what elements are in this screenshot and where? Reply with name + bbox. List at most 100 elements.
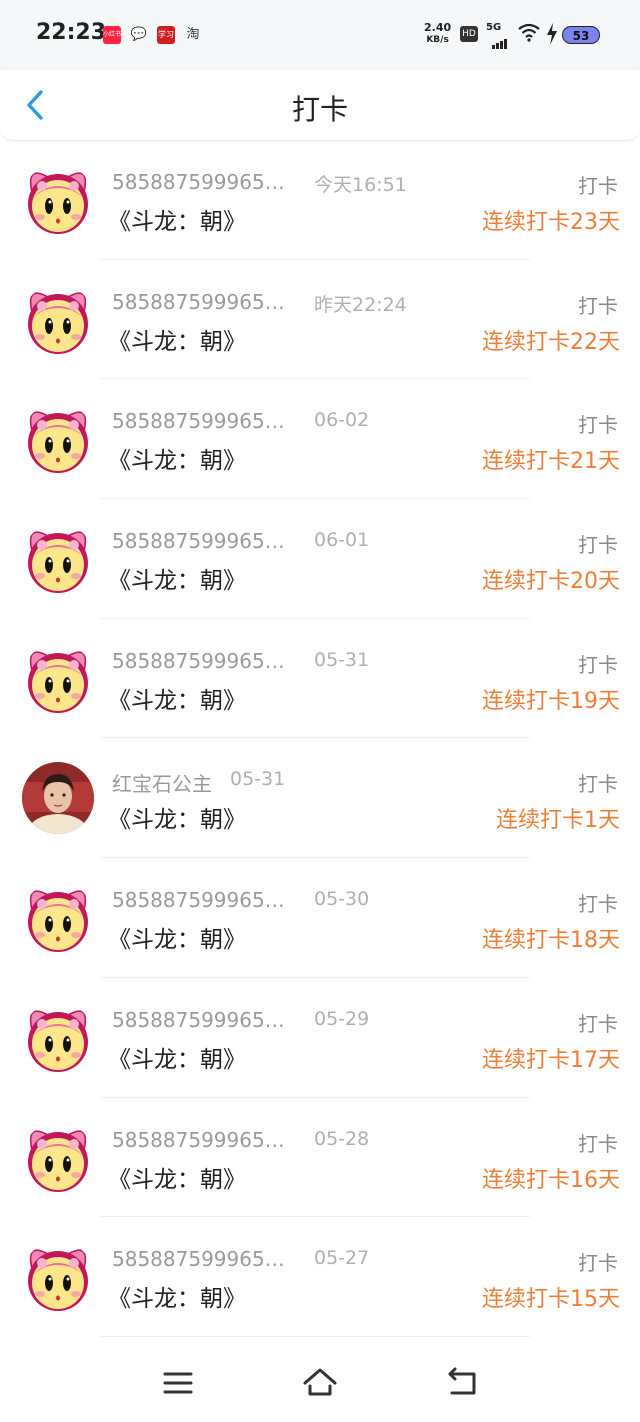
user-avatar[interactable] bbox=[22, 882, 94, 954]
book-title: 《斗龙：朝》 bbox=[108, 568, 246, 595]
streak-count: 连续打卡23天 bbox=[482, 210, 620, 235]
checkin-label: 打卡 bbox=[578, 1011, 618, 1036]
book-title: 《斗龙：朝》 bbox=[108, 807, 246, 834]
book-title: 《斗龙：朝》 bbox=[108, 1046, 246, 1073]
taobao-app-icon: 淘 bbox=[186, 27, 200, 42]
post-time: 06-02 bbox=[314, 409, 370, 432]
post-time: 05-28 bbox=[314, 1127, 370, 1150]
list-item-7[interactable]: 5858875999654… 05-30 《斗龙：朝》 打卡 连续打卡18天 bbox=[0, 858, 640, 978]
cartoon-bunny-icon bbox=[28, 292, 88, 354]
streak-count: 连续打卡18天 bbox=[482, 928, 620, 954]
user-avatar[interactable] bbox=[22, 523, 94, 595]
list-item-2[interactable]: 5858875999654… 昨天22:24 《斗龙：朝》 打卡 连续打卡22天 bbox=[0, 260, 640, 380]
streak-count: 连续打卡19天 bbox=[482, 688, 620, 714]
user-avatar[interactable] bbox=[22, 643, 94, 715]
checkin-label: 打卡 bbox=[578, 533, 618, 558]
menu-icon[interactable] bbox=[158, 1364, 198, 1400]
user-name: 5858875999654… bbox=[112, 409, 296, 434]
post-time: 05-27 bbox=[314, 1247, 370, 1270]
list-item-3[interactable]: 5858875999654… 06-02 《斗龙：朝》 打卡 连续打卡21天 bbox=[0, 379, 640, 500]
checkin-label: 打卡 bbox=[578, 1251, 618, 1276]
user-avatar[interactable] bbox=[22, 762, 94, 835]
divider bbox=[100, 1335, 530, 1337]
user-avatar[interactable] bbox=[22, 403, 94, 475]
book-title: 《斗龙：朝》 bbox=[108, 328, 246, 355]
book-title: 《斗龙：朝》 bbox=[108, 1286, 246, 1313]
user-avatar[interactable] bbox=[22, 284, 94, 356]
system-nav-bar bbox=[0, 1342, 640, 1422]
list-item-9[interactable]: 5858875999654… 05-28 《斗龙：朝》 打卡 连续打卡16天 bbox=[0, 1098, 640, 1218]
user-name: 红宝石公主 bbox=[112, 772, 212, 797]
cartoon-bunny-icon bbox=[28, 890, 88, 953]
book-title: 《斗龙：朝》 bbox=[108, 1166, 246, 1193]
wechat-app-icon: 💬 bbox=[130, 27, 148, 42]
post-time: 05-30 bbox=[314, 888, 370, 911]
cartoon-bunny-icon bbox=[28, 172, 88, 234]
streak-count: 连续打卡16天 bbox=[482, 1167, 620, 1193]
user-avatar[interactable] bbox=[22, 164, 94, 236]
streak-count: 连续打卡22天 bbox=[482, 329, 620, 355]
user-avatar[interactable] bbox=[22, 1241, 94, 1313]
cartoon-bunny-icon bbox=[28, 411, 88, 474]
list-item-5[interactable]: 5858875999654… 05-31 《斗龙：朝》 打卡 连续打卡19天 bbox=[0, 619, 640, 739]
cartoon-bunny-icon bbox=[28, 1249, 88, 1312]
user-name: 5858875999654… bbox=[112, 529, 296, 554]
cartoon-bunny-icon bbox=[28, 1129, 88, 1192]
post-time: 05-31 bbox=[314, 648, 370, 671]
user-name: 5858875999654… bbox=[112, 170, 296, 194]
list-item-8[interactable]: 5858875999654… 05-29 《斗龙：朝》 打卡 连续打卡17天 bbox=[0, 978, 640, 1098]
back-icon[interactable] bbox=[442, 1364, 482, 1400]
xiaohongshu-app-icon: 小红书 bbox=[103, 26, 121, 44]
post-time: 今天16:51 bbox=[314, 174, 407, 196]
post-time: 昨天22:24 bbox=[314, 293, 407, 316]
streak-count: 连续打卡21天 bbox=[482, 449, 620, 475]
checkin-label: 打卡 bbox=[578, 293, 618, 318]
post-time: 05-29 bbox=[314, 1007, 370, 1030]
cartoon-bunny-icon bbox=[28, 531, 88, 594]
book-title: 《斗龙：朝》 bbox=[108, 209, 246, 235]
checkin-label: 打卡 bbox=[578, 413, 618, 438]
list-item-6[interactable]: 红宝石公主 05-31 《斗龙：朝》 打卡 连续打卡1天 bbox=[0, 738, 640, 859]
list-item-4[interactable]: 5858875999654… 06-01 《斗龙：朝》 打卡 连续打卡20天 bbox=[0, 499, 640, 619]
list-item-1[interactable]: 5858875999654… 今天16:51 《斗龙：朝》 打卡 连续打卡23天 bbox=[0, 140, 640, 260]
battery-indicator: 53 bbox=[562, 26, 600, 44]
list-item-10[interactable]: 5858875999654… 05-27 《斗龙：朝》 打卡 连续打卡15天 bbox=[0, 1217, 640, 1337]
net-speed: 2.40 KB/s bbox=[424, 21, 452, 46]
checkin-label: 打卡 bbox=[578, 652, 618, 677]
streak-count: 连续打卡1天 bbox=[496, 808, 620, 834]
user-avatar[interactable] bbox=[22, 1122, 94, 1194]
status-time: 22:23 bbox=[36, 20, 107, 45]
user-name: 5858875999654… bbox=[112, 888, 296, 913]
user-name: 5858875999654… bbox=[112, 1127, 296, 1152]
checkin-list: 5858875999654… 今天16:51 《斗龙：朝》 打卡 连续打卡23天… bbox=[0, 140, 640, 1337]
user-name: 5858875999654… bbox=[112, 1007, 296, 1032]
post-time: 06-01 bbox=[314, 529, 370, 552]
cartoon-bunny-icon bbox=[28, 651, 88, 713]
page-title: 打卡 bbox=[291, 93, 348, 126]
home-icon[interactable] bbox=[300, 1364, 340, 1400]
checkin-label: 打卡 bbox=[578, 892, 618, 917]
cartoon-bunny-icon bbox=[28, 1010, 88, 1072]
hd-badge: HD bbox=[460, 26, 478, 42]
user-name: 5858875999654… bbox=[112, 289, 296, 314]
book-title: 《斗龙：朝》 bbox=[108, 927, 246, 954]
charging-icon bbox=[547, 23, 557, 45]
streak-count: 连续打卡20天 bbox=[482, 569, 620, 595]
signal-icon bbox=[492, 30, 508, 49]
streak-count: 连续打卡17天 bbox=[482, 1047, 620, 1073]
user-avatar[interactable] bbox=[22, 1002, 94, 1074]
book-title: 《斗龙：朝》 bbox=[108, 448, 246, 475]
user-name: 5858875999654… bbox=[112, 648, 296, 673]
checkin-label: 打卡 bbox=[578, 1131, 618, 1156]
user-name: 5858875999654… bbox=[112, 1247, 296, 1272]
xuexi-app-icon: 学习 bbox=[157, 26, 175, 44]
profile-photo bbox=[22, 762, 94, 835]
checkin-label: 打卡 bbox=[578, 772, 618, 797]
post-time: 05-31 bbox=[230, 768, 286, 791]
status-bar: 22:23 小红书 💬 学习 淘 2.40 KB/s HD 5G 53 bbox=[0, 0, 640, 70]
book-title: 《斗龙：朝》 bbox=[108, 687, 246, 714]
wifi-icon bbox=[518, 23, 540, 42]
streak-count: 连续打卡15天 bbox=[482, 1287, 620, 1313]
header: 打卡 bbox=[0, 70, 640, 141]
checkin-label: 打卡 bbox=[578, 174, 618, 198]
